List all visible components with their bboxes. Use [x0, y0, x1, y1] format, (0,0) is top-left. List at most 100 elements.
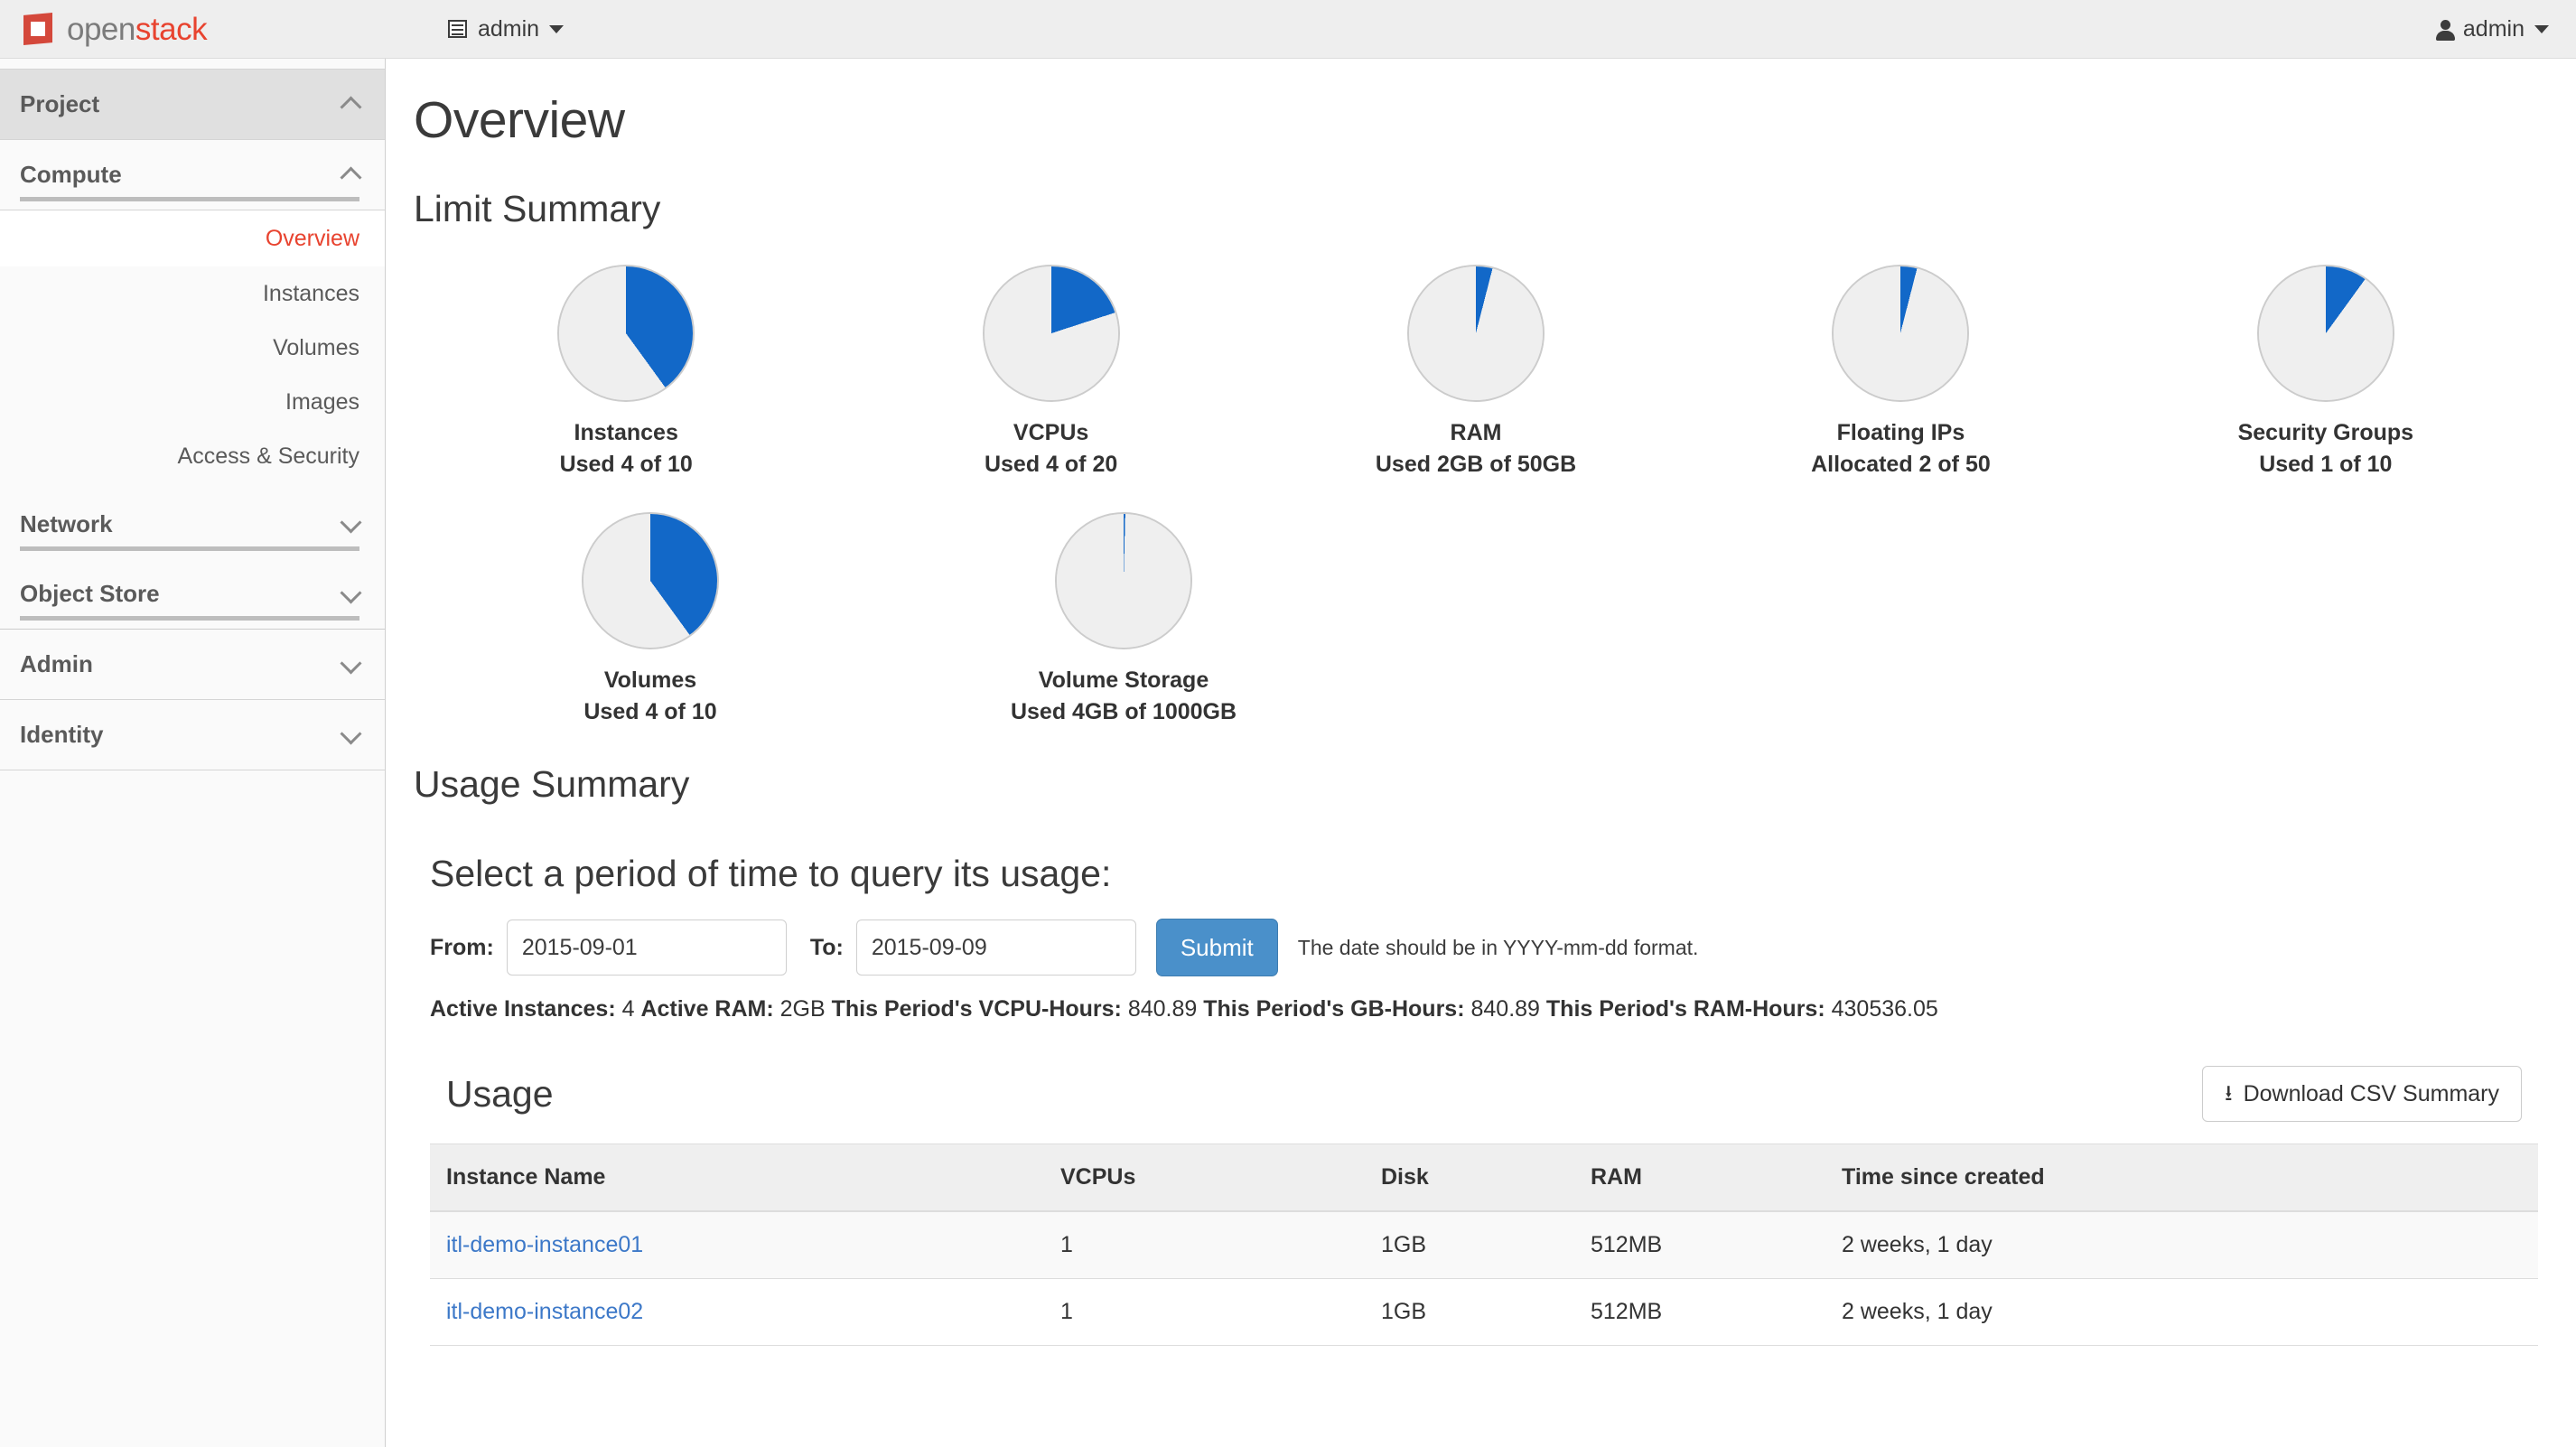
usage-stats-line: Active Instances: 4 Active RAM: 2GB This… — [430, 996, 2538, 1022]
quota-chart-vcpus: VCPUs Used 4 of 20 — [838, 265, 1263, 478]
usage-table-header-row: Usage ⭳ Download CSV Summary — [430, 1066, 2538, 1122]
top-navbar: openstack admin admin — [0, 0, 2576, 59]
download-icon: ⭳ — [2225, 1081, 2233, 1106]
quota-row-2: Volumes Used 4 of 10 Volume Storage Used 4G… — [414, 512, 2538, 725]
pie-wrap — [582, 512, 719, 649]
column-header-disk: Disk — [1365, 1144, 1574, 1212]
cell-ram: 512MB — [1574, 1211, 1825, 1279]
sidebar-item-volumes-label: Volumes — [273, 334, 359, 360]
sidebar-item-overview-label: Overview — [265, 225, 359, 251]
chevron-down-icon — [341, 726, 359, 744]
pie-used-slice — [1057, 514, 1190, 648]
brand-stack-text: stack — [135, 11, 208, 47]
openstack-logo[interactable]: openstack — [20, 11, 327, 47]
sidebar-group-object-store[interactable]: Object Store — [0, 559, 385, 630]
user-menu[interactable]: admin — [2435, 0, 2549, 59]
sidebar-top-spacer — [0, 59, 385, 70]
to-date-input[interactable] — [855, 920, 1136, 976]
usage-table-head: Instance Name VCPUs Disk RAM Time since … — [430, 1144, 2538, 1212]
instance-link[interactable]: itl-demo-instance01 — [446, 1232, 643, 1257]
usage-stat-label: This Period's GB-Hours: — [1203, 996, 1465, 1022]
project-selector[interactable]: admin — [448, 16, 565, 42]
from-label: From: — [430, 934, 494, 960]
sidebar-group-underline — [20, 546, 359, 551]
sidebar-group-network-label: Network — [20, 509, 113, 537]
usage-stat-value: 2GB — [773, 996, 832, 1022]
usage-stat-label: Active RAM: — [640, 996, 774, 1022]
pie-wrap — [1055, 512, 1192, 649]
quota-chart-ram: RAM Used 2GB of 50GB — [1264, 265, 1688, 478]
quota-used-label: Used 4GB of 1000GB — [1010, 699, 1237, 724]
quota-chart-volume-storage: Volume Storage Used 4GB of 1000GB — [887, 512, 1360, 725]
quota-used-label: Used 1 of 10 — [2259, 452, 2393, 477]
usage-stat-label: Active Instances: — [430, 996, 616, 1022]
quota-chart-floating-ips: Floating IPs Allocated 2 of 50 — [1688, 265, 2113, 478]
sidebar-item-access-and-security[interactable]: Access & Security — [0, 429, 385, 483]
chevron-up-icon — [341, 96, 359, 114]
user-menu-label: admin — [2462, 16, 2525, 42]
quota-used-label: Allocated 2 of 50 — [1811, 452, 1991, 477]
brand-wordmark: openstack — [67, 11, 208, 47]
quota-name: Volumes — [603, 667, 697, 693]
cell-vcpus: 1 — [1044, 1211, 1365, 1279]
sidebar-group-identity[interactable]: Identity — [0, 700, 385, 770]
cell-disk: 1GB — [1365, 1211, 1574, 1279]
sidebar-group-project[interactable]: Project — [0, 70, 385, 140]
date-format-hint: The date should be in YYYY-mm-dd format. — [1297, 935, 1699, 959]
sidebar-group-identity-label: Identity — [20, 721, 104, 748]
cell-vcpus: 1 — [1044, 1278, 1365, 1346]
usage-stat-label: This Period's VCPU-Hours: — [831, 996, 1122, 1022]
sidebar-item-images[interactable]: Images — [0, 375, 385, 429]
pie-wrap — [1832, 265, 1970, 402]
quota-name: Instances — [574, 420, 678, 445]
sidebar-group-compute-label: Compute — [20, 161, 122, 188]
table-row: itl-demo-instance02 1 1GB 512MB 2 weeks, 1 d… — [430, 1278, 2538, 1346]
from-date-input[interactable] — [506, 920, 787, 976]
column-header-ram: RAM — [1574, 1144, 1825, 1212]
column-header-time-since-created: Time since created — [1825, 1144, 2538, 1212]
download-csv-button[interactable]: ⭳ Download CSV Summary — [2202, 1066, 2522, 1122]
usage-stat-value: 840.89 — [1121, 996, 1204, 1022]
period-prompt: Select a period of time to query its usa… — [430, 853, 1112, 894]
quota-used-label: Used 4 of 10 — [559, 452, 693, 477]
chevron-down-icon — [341, 585, 359, 603]
pie-used-slice — [1834, 266, 1968, 400]
sidebar-item-instances-label: Instances — [262, 280, 359, 306]
to-label: To: — [809, 934, 844, 960]
instance-link[interactable]: itl-demo-instance02 — [446, 1299, 643, 1324]
quota-name: VCPUs — [1013, 420, 1089, 445]
sidebar-item-overview[interactable]: Overview — [0, 210, 385, 266]
pie-used-slice — [559, 266, 694, 400]
sidebar-item-volumes[interactable]: Volumes — [0, 321, 385, 375]
download-csv-label: Download CSV Summary — [2243, 1080, 2499, 1106]
chevron-up-icon — [341, 166, 359, 184]
column-header-instance-name: Instance Name — [430, 1144, 1044, 1212]
usage-stat-label: This Period's RAM-Hours: — [1545, 996, 1825, 1022]
usage-heading: Usage — [446, 1072, 554, 1115]
sidebar-group-admin-label: Admin — [20, 650, 93, 677]
cell-time-since-created: 2 weeks, 1 day — [1825, 1278, 2538, 1346]
sidebar-item-instances[interactable]: Instances — [0, 266, 385, 321]
pie-wrap — [2256, 265, 2394, 402]
quota-name: Floating IPs — [1836, 420, 1965, 445]
quota-chart-volumes: Volumes Used 4 of 10 — [414, 512, 887, 725]
sidebar-group-object-store-label: Object Store — [20, 580, 160, 607]
usage-table-body: itl-demo-instance01 1 1GB 512MB 2 weeks, 1 d… — [430, 1211, 2538, 1346]
page-title: Overview — [414, 91, 625, 149]
sidebar-compute-items: Instances Volumes Images Access & Securi… — [0, 266, 385, 489]
chevron-down-icon — [341, 656, 359, 674]
sidebar-group-admin[interactable]: Admin — [0, 630, 385, 700]
quota-chart-instances: Instances Used 4 of 10 — [414, 265, 838, 478]
limit-summary-heading: Limit Summary — [414, 188, 661, 229]
pie-used-slice — [2258, 266, 2393, 400]
submit-button[interactable]: Submit — [1155, 919, 1278, 976]
cell-instance-name: itl-demo-instance02 — [430, 1278, 1044, 1346]
sidebar-group-compute[interactable]: Compute — [0, 140, 385, 210]
chevron-down-icon — [549, 24, 565, 33]
sidebar-group-network[interactable]: Network — [0, 489, 385, 559]
quota-used-label: Used 2GB of 50GB — [1375, 452, 1577, 477]
pie-used-slice — [984, 266, 1118, 400]
pie-wrap — [982, 265, 1120, 402]
sidebar-item-images-label: Images — [285, 388, 359, 415]
quota-row-1: Instances Used 4 of 10 VCPUs Used 4 of 20 RA… — [414, 265, 2538, 478]
